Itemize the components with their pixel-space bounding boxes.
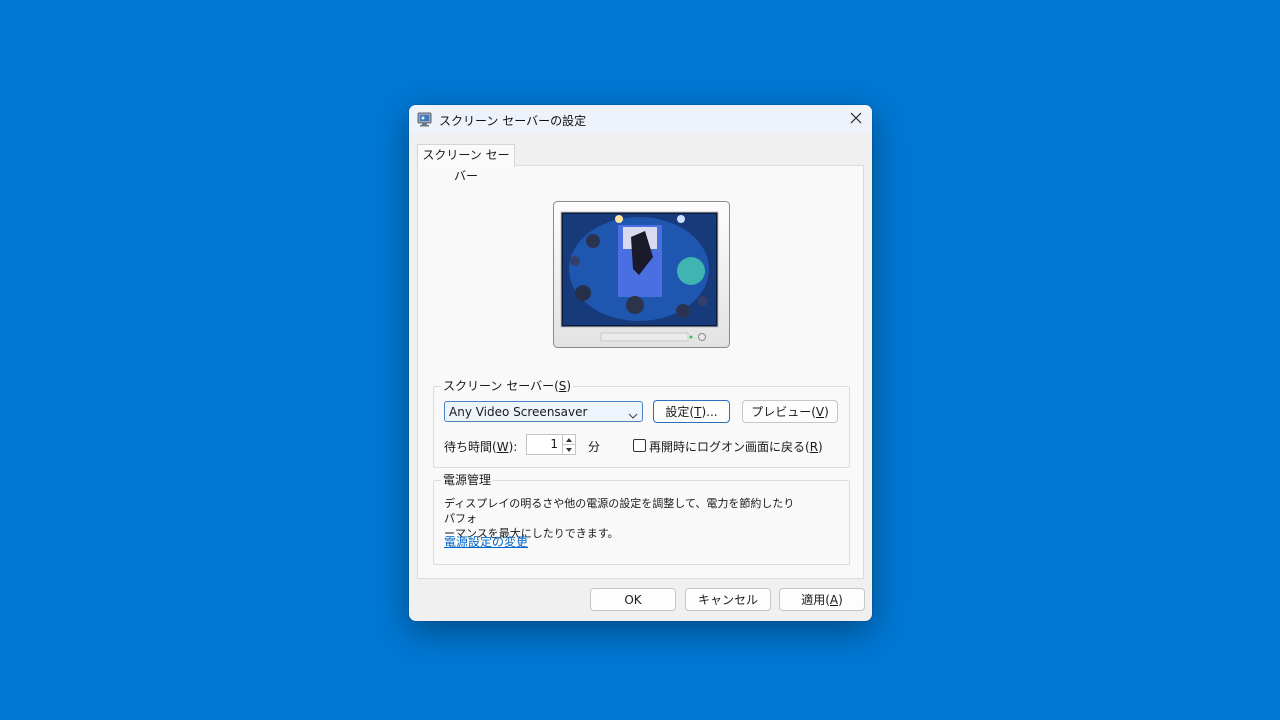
settings-button[interactable]: 設定(T)... <box>653 400 730 423</box>
screensaver-group: スクリーン セーバー(S) Any Video Screensaver 設定(T… <box>433 379 850 468</box>
close-button[interactable] <box>840 105 872 134</box>
resume-logon-label[interactable]: 再開時にログオン画面に戻る(R) <box>649 438 823 455</box>
screensaver-preview-monitor <box>553 201 730 351</box>
screensaver-group-legend: スクリーン セーバー(S) <box>441 379 574 393</box>
tab-panel: スクリーン セーバー(S) Any Video Screensaver 設定(T… <box>417 165 864 579</box>
title-bar: スクリーン セーバーの設定 <box>409 105 872 134</box>
screensaver-monitor-icon <box>417 112 433 127</box>
apply-button[interactable]: 適用(A) <box>779 588 865 611</box>
screensaver-settings-dialog: スクリーン セーバーの設定 スクリーン セーバー スクリーン セーバー(S) A… <box>409 105 872 621</box>
resume-logon-checkbox[interactable] <box>633 439 646 452</box>
caret-down-icon <box>566 447 572 452</box>
screensaver-select[interactable]: Any Video Screensaver <box>444 401 643 422</box>
screensaver-select-value: Any Video Screensaver <box>449 405 588 419</box>
power-group-legend: 電源管理 <box>441 473 494 487</box>
ok-button[interactable]: OK <box>590 588 676 611</box>
caret-up-icon <box>566 437 572 442</box>
wait-unit-label: 分 <box>588 440 601 454</box>
chevron-down-icon <box>628 408 638 422</box>
window-title: スクリーン セーバーの設定 <box>439 114 587 128</box>
close-icon <box>850 112 862 127</box>
spin-down-button[interactable] <box>563 445 575 454</box>
wait-spinner <box>562 434 576 455</box>
wait-label: 待ち時間(W): <box>444 440 518 454</box>
wait-minutes-input[interactable]: 1 <box>526 434 562 455</box>
power-management-group: 電源管理 ディスプレイの明るさや他の電源の設定を調整して、電力を節約したりパフォ… <box>433 473 850 565</box>
tab-screensaver[interactable]: スクリーン セーバー <box>417 144 515 183</box>
power-settings-link[interactable]: 電源設定の変更 <box>444 533 528 550</box>
spin-up-button[interactable] <box>563 435 575 445</box>
preview-button[interactable]: プレビュー(V) <box>742 400 838 423</box>
cancel-button[interactable]: キャンセル <box>685 588 771 611</box>
power-description-line: ディスプレイの明るさや他の電源の設定を調整して、電力を節約したりパフォ <box>444 497 795 525</box>
